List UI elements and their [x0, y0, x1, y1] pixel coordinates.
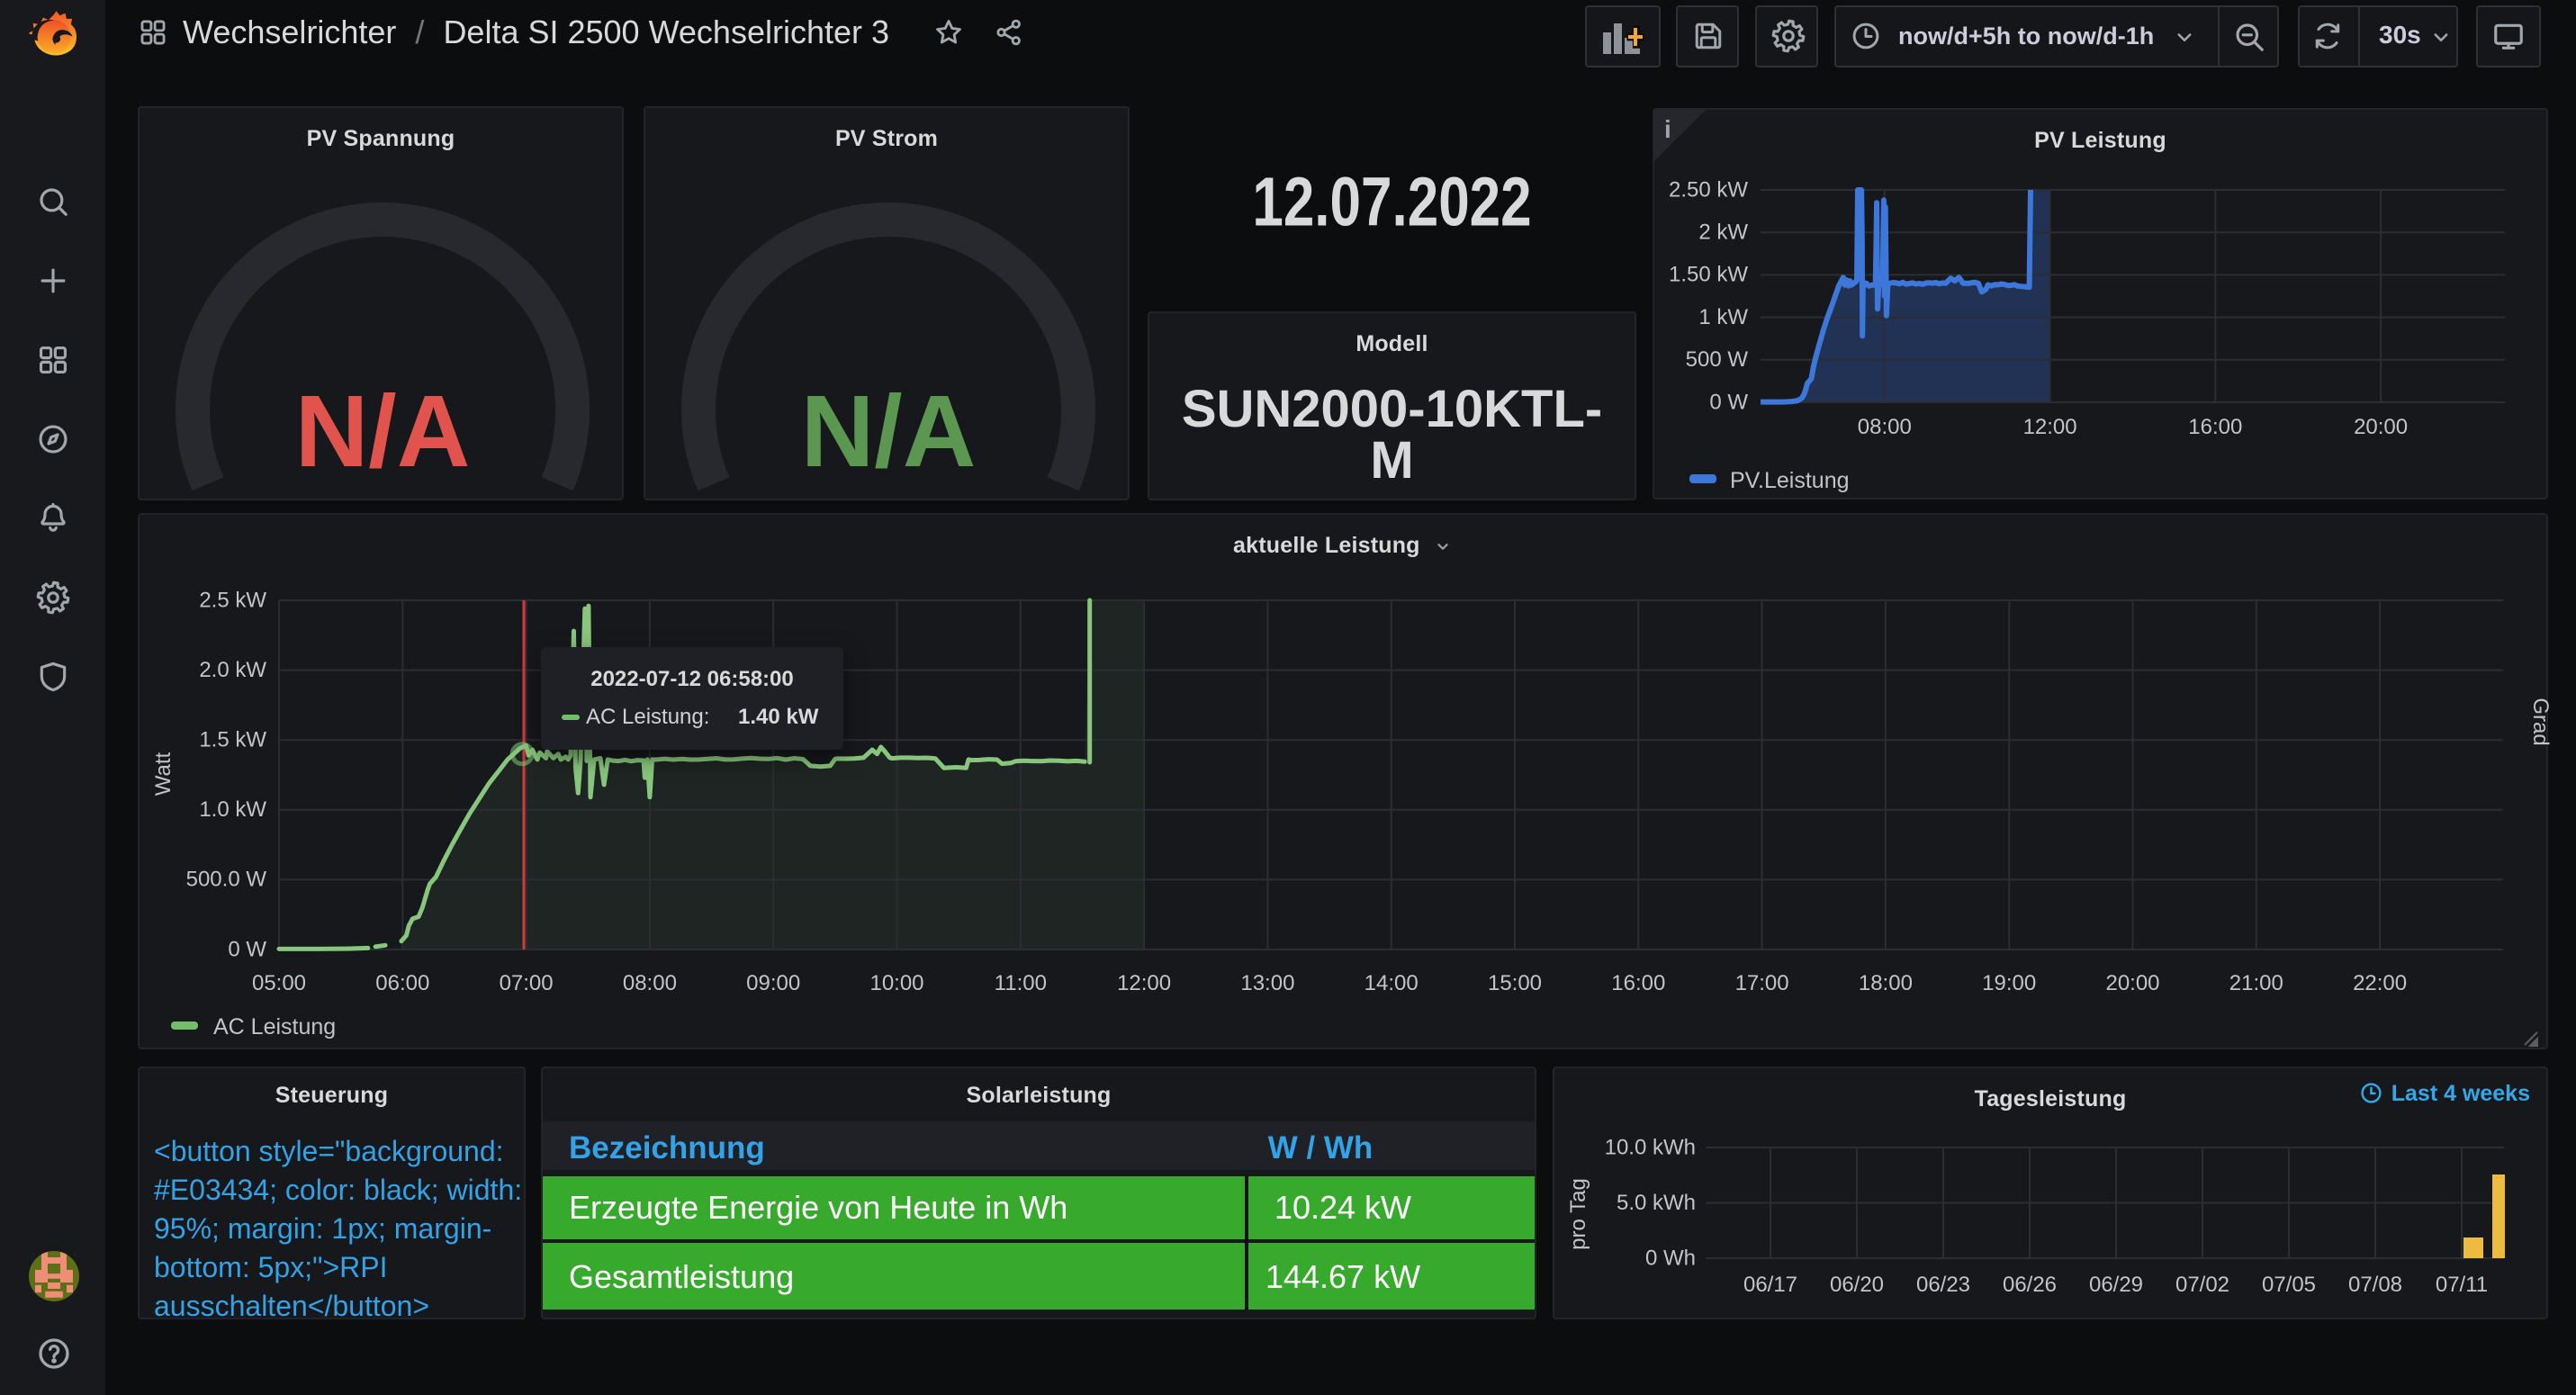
svg-text:1.5 kW: 1.5 kW — [199, 728, 266, 752]
svg-text:06:00: 06:00 — [375, 971, 429, 995]
svg-text:06/29: 06/29 — [2089, 1273, 2143, 1297]
svg-text:500.0 W: 500.0 W — [186, 868, 267, 892]
svg-text:05:00: 05:00 — [252, 971, 306, 995]
svg-text:13:00: 13:00 — [1240, 971, 1294, 995]
svg-text:AC Leistung: AC Leistung — [213, 1014, 336, 1040]
svg-text:22:00: 22:00 — [2353, 971, 2407, 995]
svg-text:1 kW: 1 kW — [1698, 305, 1748, 329]
svg-text:N/A: N/A — [801, 374, 977, 488]
svg-text:1.0 kW: 1.0 kW — [199, 797, 266, 822]
svg-text:20:00: 20:00 — [2105, 971, 2159, 995]
svg-text:06/26: 06/26 — [2003, 1273, 2057, 1297]
svg-text:2.50 kW: 2.50 kW — [1669, 177, 1748, 202]
svg-text:06/23: 06/23 — [1916, 1273, 1970, 1297]
svg-text:12:00: 12:00 — [1117, 971, 1171, 995]
svg-text:14:00: 14:00 — [1365, 971, 1419, 995]
svg-text:10:00: 10:00 — [869, 971, 923, 995]
svg-text:N/A: N/A — [295, 374, 471, 488]
svg-text:0 Wh: 0 Wh — [1645, 1246, 1696, 1270]
svg-text:500 W: 500 W — [1686, 347, 1749, 372]
svg-text:Watt: Watt — [151, 752, 176, 796]
svg-text:16:00: 16:00 — [2188, 415, 2242, 439]
svg-text:06/17: 06/17 — [1743, 1273, 1797, 1297]
svg-text:21:00: 21:00 — [2229, 971, 2283, 995]
svg-text:2 kW: 2 kW — [1698, 220, 1748, 245]
svg-text:PV.Leistung: PV.Leistung — [1730, 468, 1850, 493]
svg-text:07:00: 07:00 — [500, 971, 554, 995]
svg-text:19:00: 19:00 — [1982, 971, 2036, 995]
svg-text:Grad: Grad — [2528, 698, 2550, 745]
svg-text:18:00: 18:00 — [1859, 971, 1913, 995]
svg-text:10.0 kWh: 10.0 kWh — [1605, 1135, 1696, 1159]
svg-text:pro Tag: pro Tag — [1566, 1178, 1590, 1250]
svg-text:0 W: 0 W — [228, 937, 266, 961]
svg-text:5.0 kWh: 5.0 kWh — [1617, 1191, 1696, 1215]
svg-text:i: i — [1664, 115, 1671, 143]
svg-text:09:00: 09:00 — [746, 971, 800, 995]
svg-text:2.5 kW: 2.5 kW — [199, 588, 266, 612]
svg-text:11:00: 11:00 — [995, 971, 1047, 995]
svg-text:08:00: 08:00 — [623, 971, 677, 995]
svg-text:07/02: 07/02 — [2175, 1273, 2229, 1297]
svg-text:07/11: 07/11 — [2436, 1273, 2488, 1297]
svg-text:2.0 kW: 2.0 kW — [199, 658, 266, 682]
svg-text:07/08: 07/08 — [2348, 1273, 2402, 1297]
svg-text:20:00: 20:00 — [2354, 415, 2408, 439]
svg-text:08:00: 08:00 — [1858, 415, 1912, 439]
svg-text:1.50 kW: 1.50 kW — [1669, 263, 1748, 287]
svg-text:16:00: 16:00 — [1611, 971, 1665, 995]
svg-text:12:00: 12:00 — [2023, 415, 2077, 439]
svg-text:0 W: 0 W — [1709, 390, 1748, 414]
svg-text:17:00: 17:00 — [1735, 971, 1789, 995]
svg-text:15:00: 15:00 — [1488, 971, 1542, 995]
svg-text:06/20: 06/20 — [1830, 1273, 1884, 1297]
svg-text:07/05: 07/05 — [2262, 1273, 2316, 1297]
